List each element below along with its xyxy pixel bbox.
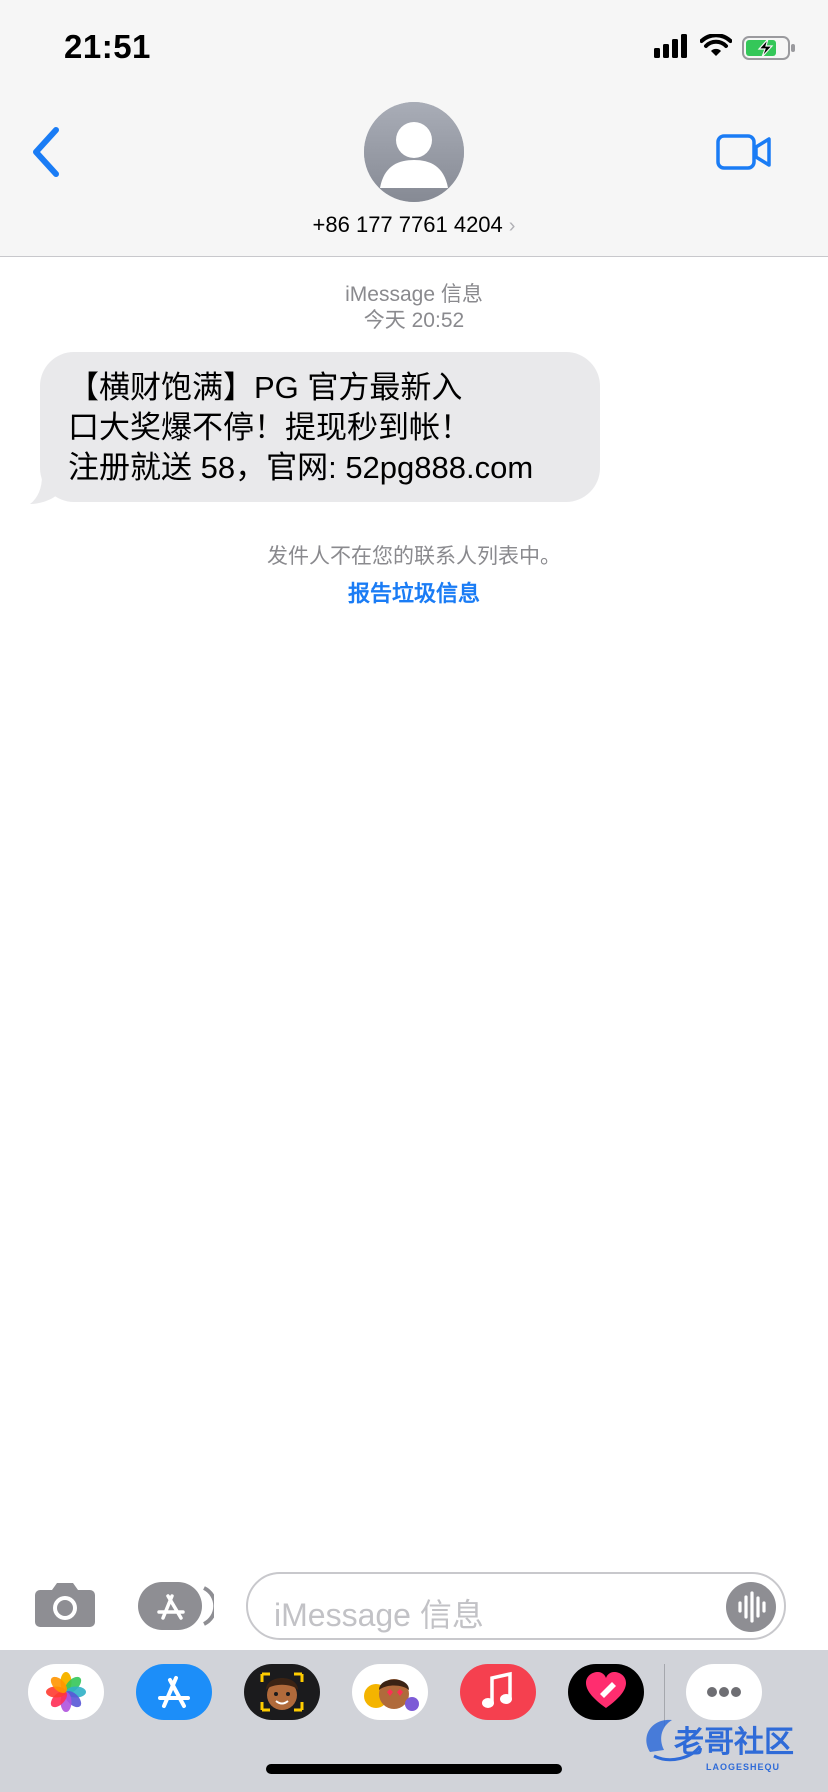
battery-charging-icon [742, 36, 795, 60]
contact-avatar[interactable] [364, 102, 464, 202]
memoji-app[interactable] [244, 1664, 320, 1720]
video-camera-icon [716, 134, 771, 170]
voice-message-button[interactable] [726, 1582, 776, 1632]
app-store-button[interactable] [138, 1582, 218, 1635]
message-timestamp: 今天 20:52 [363, 309, 465, 332]
memoji-icon [260, 1672, 304, 1712]
home-indicator[interactable] [266, 1764, 562, 1774]
waveform-icon [738, 1591, 766, 1623]
unknown-sender-notice: 发件人不在您的联系人列表中。 [267, 545, 561, 568]
cellular-signal-icon [654, 34, 687, 58]
navigation-header: 21:51 +86 177 7761 4204 › [0, 0, 828, 257]
app-store-app[interactable] [136, 1664, 212, 1720]
svg-text:老哥社区: 老哥社区 [674, 1725, 794, 1760]
message-line: 注册就送 58，官网: 52pg888.com [68, 450, 534, 485]
status-time: 21:51 [64, 28, 151, 65]
person-silhouette-icon [364, 102, 464, 202]
report-junk-link[interactable]: 报告垃圾信息 [0, 576, 828, 608]
photos-app[interactable] [28, 1664, 104, 1720]
music-app[interactable] [460, 1664, 536, 1720]
camera-icon [35, 1583, 95, 1627]
message-input-placeholder: iMessage 信息 [274, 1597, 484, 1633]
camera-button[interactable] [34, 1580, 96, 1633]
contact-number: +86 177 7761 4204 [312, 212, 503, 237]
digital-touch-app[interactable] [568, 1664, 644, 1720]
chevron-right-icon: › [508, 215, 516, 237]
conversation-header: iMessage 信息 今天 20:52 [0, 282, 828, 334]
message-input[interactable]: iMessage 信息 [246, 1572, 786, 1640]
received-message-bubble[interactable]: 【横财饱满】PG 官方最新入 口大奖爆不停！提现秒到帐！ 注册就送 58，官网:… [40, 352, 600, 502]
chevron-left-icon [33, 127, 59, 177]
photos-icon [46, 1672, 86, 1712]
watermark-subtext: LAOGESHEQU [706, 1762, 781, 1772]
contact-name[interactable]: +86 177 7761 4204 › [0, 212, 828, 238]
watermark-logo: 老哥社区 [646, 1719, 794, 1762]
wifi-icon [700, 34, 732, 56]
message-line: 口大奖爆不停！提现秒到帐！ [68, 410, 471, 445]
service-label: iMessage 信息 [345, 283, 483, 306]
animoji-stickers-app[interactable] [352, 1664, 428, 1720]
app-store-icon [138, 1582, 218, 1630]
facetime-video-button[interactable] [716, 132, 772, 177]
app-store-icon [158, 1676, 190, 1708]
message-bubble-group: 【横财饱满】PG 官方最新入 口大奖爆不停！提现秒到帐！ 注册就送 58，官网:… [28, 352, 600, 504]
message-line: 【横财饱满】PG 官方最新入 [68, 370, 463, 405]
animoji-stickers-icon [364, 1679, 419, 1711]
music-icon [482, 1671, 512, 1708]
back-button[interactable] [26, 124, 66, 180]
digital-touch-icon [586, 1672, 626, 1708]
